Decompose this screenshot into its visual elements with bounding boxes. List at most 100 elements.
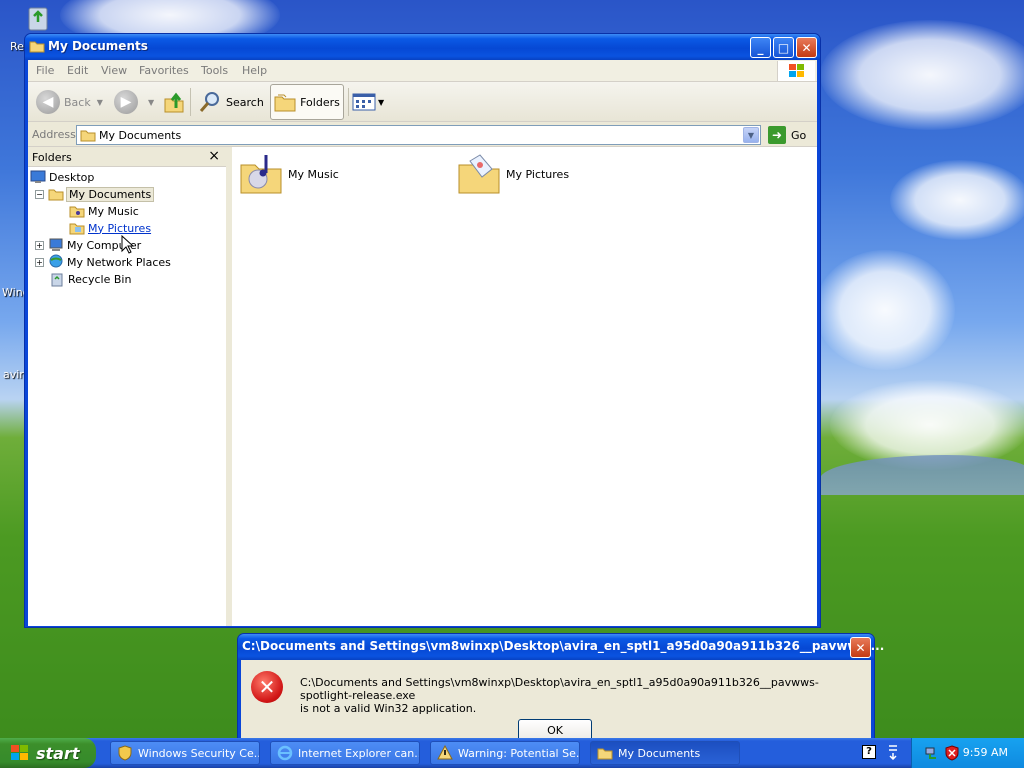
folders-pane: Folders × Desktop − My Documents My Musi… [28,147,229,626]
chevron-down-icon: ▼ [148,97,155,107]
system-tray: 9:59 AM [911,738,1024,768]
mouse-cursor-icon [121,235,135,254]
address-input[interactable]: My Documents ▼ [76,125,761,145]
standard-toolbar: ◀ Back ▼ ▶ ▼ Search Folders ▼ [28,82,817,122]
minimize-button[interactable]: _ [750,37,771,58]
go-label: Go [791,128,807,142]
search-label: Search [226,95,264,109]
desktop-icon-label: Re [10,40,24,53]
recycle-bin-icon [51,273,63,287]
task-label: My Documents [618,746,701,760]
search-button[interactable]: Search [198,88,264,116]
explorer-window: My Documents _ □ ✕ File Edit View Favori… [24,33,821,628]
folder-item-my-pictures[interactable]: My Pictures [456,151,569,197]
folder-item-label: My Pictures [506,167,570,181]
views-button[interactable]: ▼ [352,88,384,116]
music-folder-icon [240,155,282,194]
pictures-folder-icon [458,154,500,194]
window-title: My Documents [48,39,148,53]
forward-button[interactable]: ▶ ▼ [114,88,154,116]
tree-item-my-network-places[interactable]: + My Network Places [35,254,171,270]
address-value: My Documents [99,129,182,142]
menu-bar: File Edit View Favorites Tools Help [28,60,817,82]
error-message-line: C:\Documents and Settings\vm8winxp\Deskt… [300,676,819,702]
back-button[interactable]: ◀ Back ▼ [36,88,103,116]
expand-toggle[interactable]: + [35,257,44,267]
folder-icon [597,748,613,760]
menu-favorites[interactable]: Favorites [139,64,189,77]
recycle-bin-desktop-icon[interactable] [24,4,52,35]
taskbar-item-internet-explorer[interactable]: Internet Explorer can... [270,741,420,765]
back-label: Back [64,95,91,109]
close-button[interactable]: ✕ [796,37,817,58]
help-icon[interactable]: ? [862,745,876,759]
start-label: start [36,743,80,763]
error-dialog: C:\Documents and Settings\vm8winxp\Deskt… [237,633,884,744]
chevron-down-icon: ▼ [378,97,385,107]
error-message: C:\Documents and Settings\vm8winxp\Deskt… [300,676,865,715]
cloud [815,250,955,370]
dialog-close-button[interactable]: ✕ [850,637,871,658]
menu-edit[interactable]: Edit [67,64,88,77]
folders-pane-close-button[interactable]: × [208,148,220,164]
music-folder-icon [69,206,85,218]
network-tray-icon[interactable] [924,745,940,761]
search-icon [199,92,219,112]
address-dropdown-button[interactable]: ▼ [743,127,759,143]
tree-item-label: Desktop [49,170,95,184]
tree-item-label: My Documents [65,186,155,202]
computer-icon [49,238,63,251]
tree-item-recycle-bin[interactable]: Recycle Bin [49,271,131,287]
task-label: Windows Security Ce... [138,746,260,760]
clock[interactable]: 9:59 AM [963,746,1008,759]
warning-icon [437,745,453,760]
tree-item-label: Recycle Bin [68,272,132,286]
address-bar: Address My Documents ▼ ➜ Go [28,123,817,147]
folders-pane-title: Folders [32,151,72,164]
tree-item-my-music[interactable]: My Music [69,203,139,219]
task-label: Internet Explorer can... [298,746,420,760]
tree-item-desktop[interactable]: Desktop [30,169,94,185]
folder-content-pane: My Music My Pictures [232,147,817,626]
window-titlebar[interactable]: My Documents _ □ ✕ [25,34,820,60]
expand-toggle[interactable]: + [35,240,44,250]
folder-icon [29,41,45,53]
menu-view[interactable]: View [101,64,127,77]
error-icon: ✕ [251,671,283,703]
collapse-toggle[interactable]: − [35,189,44,199]
menu-help[interactable]: Help [242,64,267,77]
menu-file[interactable]: File [36,64,54,77]
back-arrow-icon: ◀ [36,90,60,114]
chevron-down-icon: ▼ [96,97,103,107]
error-message-line: is not a valid Win32 application. [300,702,477,715]
windows-logo-icon [777,61,815,81]
window-body: File Edit View Favorites Tools Help ◀ Ba… [28,60,817,626]
tree-item-label: My Network Places [67,255,171,269]
folder-icon [80,130,96,142]
tree-item-my-documents[interactable]: − My Documents [35,186,155,202]
up-folder-button[interactable] [162,88,186,116]
menu-tools[interactable]: Tools [201,64,228,77]
address-label: Address [32,128,76,141]
security-alert-icon[interactable] [944,745,960,761]
taskbar-item-my-documents[interactable]: My Documents [590,741,740,765]
maximize-button[interactable]: □ [773,37,794,58]
go-button[interactable]: ➜ Go [768,126,806,144]
forward-arrow-icon: ▶ [114,90,138,114]
up-folder-icon [164,92,184,113]
folders-pane-header: Folders × [28,147,226,167]
cloud [820,20,1024,130]
taskbar-item-windows-security[interactable]: Windows Security Ce... [110,741,260,765]
folder-icon [48,189,64,201]
folders-label: Folders [300,95,340,109]
views-icon [352,93,376,111]
tree-item-my-pictures[interactable]: My Pictures [69,220,151,236]
start-button[interactable]: start [0,738,96,768]
dialog-title: C:\Documents and Settings\vm8winxp\Deskt… [242,639,885,653]
folder-item-my-music[interactable]: My Music [238,151,339,197]
shield-icon [118,745,132,761]
quicklaunch-arrows-icon[interactable] [886,744,900,760]
dialog-titlebar[interactable]: C:\Documents and Settings\vm8winxp\Deskt… [238,634,884,660]
folders-toggle-button[interactable]: Folders [270,84,344,120]
taskbar-item-warning[interactable]: Warning: Potential Se... [430,741,580,765]
